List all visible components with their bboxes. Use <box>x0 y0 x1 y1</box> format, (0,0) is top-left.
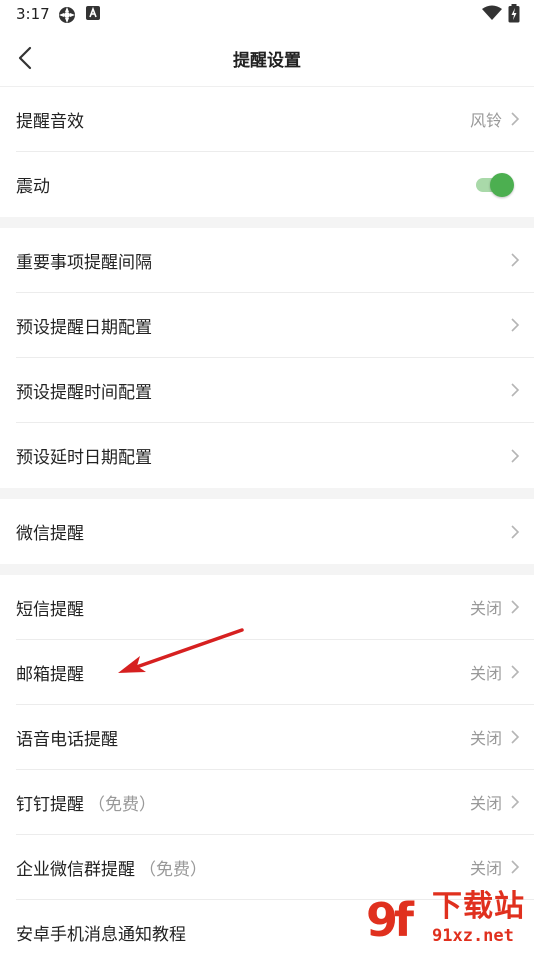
chevron-right-icon <box>511 730 520 744</box>
watermark-mark: 9f <box>366 893 414 947</box>
chevron-right-icon <box>511 600 520 614</box>
battery-icon <box>508 4 520 23</box>
chevron-right-icon <box>511 665 520 679</box>
row-important-interval[interactable]: 重要事项提醒间隔 <box>16 228 534 293</box>
row-value: 关闭 <box>469 729 502 748</box>
row-value: 风铃 <box>469 111 502 130</box>
row-label: 短信提醒 <box>16 599 84 620</box>
chevron-right-icon <box>511 318 520 332</box>
row-sms-reminder[interactable]: 短信提醒 关闭 <box>16 575 534 640</box>
row-wechat-reminder[interactable]: 微信提醒 <box>16 499 534 564</box>
row-suffix: （免费） <box>139 859 207 880</box>
row-label: 企业微信群提醒 <box>16 859 135 880</box>
watermark-title: 下载站 <box>432 889 525 924</box>
row-value: 关闭 <box>469 859 502 878</box>
row-alert-sound[interactable]: 提醒音效 风铃 <box>16 87 534 152</box>
chevron-right-icon <box>511 383 520 397</box>
section-divider <box>0 217 534 228</box>
nav-bar: 提醒设置 <box>0 28 534 87</box>
section-divider <box>0 488 534 499</box>
row-preset-date[interactable]: 预设提醒日期配置 <box>16 293 534 358</box>
watermark-url: 91xz.net <box>432 926 514 946</box>
row-label: 重要事项提醒间隔 <box>16 252 152 273</box>
row-value: 关闭 <box>469 794 502 813</box>
status-bar: 3:17 <box>0 0 534 28</box>
row-voice-call-reminder[interactable]: 语音电话提醒 关闭 <box>16 705 534 770</box>
row-label: 安卓手机消息通知教程 <box>16 925 186 945</box>
row-vibration: 震动 <box>16 152 534 217</box>
vibration-toggle[interactable] <box>474 172 514 198</box>
row-value: 关闭 <box>469 664 502 683</box>
toggle-knob <box>490 172 514 197</box>
row-preset-delay[interactable]: 预设延时日期配置 <box>16 423 534 488</box>
row-label: 提醒音效 <box>16 111 84 132</box>
row-label: 预设提醒时间配置 <box>16 382 152 403</box>
row-label: 预设提醒日期配置 <box>16 317 152 338</box>
chevron-right-icon <box>511 253 520 267</box>
settings-list: 提醒音效 风铃 震动 重要事项提醒间隔 预设提醒日期配置 预设提醒时间配置 预设… <box>0 87 534 965</box>
app-notification-icon <box>59 7 75 23</box>
row-preset-time[interactable]: 预设提醒时间配置 <box>16 358 534 423</box>
row-label: 钉钉提醒 <box>16 794 84 815</box>
chevron-right-icon <box>511 448 520 463</box>
chevron-right-icon <box>511 524 520 539</box>
section-divider <box>0 564 534 575</box>
row-suffix: （免费） <box>88 794 156 815</box>
accessibility-icon <box>86 6 100 20</box>
row-label: 语音电话提醒 <box>16 729 118 750</box>
page-title: 提醒设置 <box>233 51 301 71</box>
wifi-icon <box>482 5 502 20</box>
row-dingtalk-reminder[interactable]: 钉钉提醒 （免费） 关闭 <box>16 770 534 835</box>
row-label: 微信提醒 <box>16 524 84 544</box>
chevron-right-icon <box>511 795 520 809</box>
chevron-right-icon <box>511 112 520 126</box>
chevron-right-icon <box>511 860 520 874</box>
watermark-logo: 9f 下载站 91xz.net <box>366 888 534 950</box>
row-email-reminder[interactable]: 邮箱提醒 关闭 <box>16 640 534 705</box>
status-time: 3:17 <box>16 5 50 23</box>
row-value: 关闭 <box>469 599 502 618</box>
row-label: 预设延时日期配置 <box>16 448 152 468</box>
row-label: 邮箱提醒 <box>16 664 84 685</box>
row-label: 震动 <box>16 177 50 197</box>
